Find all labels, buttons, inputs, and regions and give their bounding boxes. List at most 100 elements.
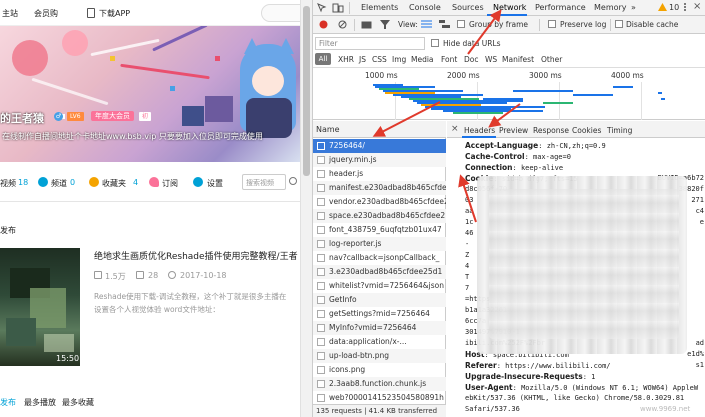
tab-memory[interactable]: Memory (594, 3, 627, 12)
request-row[interactable]: whitelist?vmid=7256464&json (313, 279, 446, 293)
filter-type-font[interactable]: Font (441, 55, 457, 64)
network-overview-timeline[interactable]: 1000 ms 2000 ms 3000 ms 4000 ms (313, 68, 705, 120)
confetti-decoration (215, 56, 220, 61)
timeline-gridline (641, 82, 642, 120)
sort-latest[interactable]: 最新发布 (0, 397, 16, 408)
header-value: Mozilla/5.0 (Windows NT 6.1; WOW64) Appl… (521, 384, 699, 392)
request-row[interactable]: getSettings?mid=7256464 (313, 307, 446, 321)
filter-type-media[interactable]: Media (411, 55, 434, 64)
tab-favorites[interactable]: 收藏夹 (102, 178, 126, 189)
request-row[interactable]: space.e230adbad8b465cfdee2 (313, 209, 446, 223)
tab-preview[interactable]: Preview (499, 126, 528, 135)
close-icon[interactable]: × (693, 1, 701, 12)
tab-elements[interactable]: Elements (361, 3, 398, 12)
cookie-fragment: e1d% (687, 350, 704, 358)
filter-type-ws[interactable]: WS (485, 55, 497, 64)
video-title-link[interactable]: 绝地求生画质优化Reshade插件使用完整教程/王者 (94, 249, 300, 262)
tab-videos[interactable]: 视频 (0, 178, 16, 189)
hide-data-urls-checkbox[interactable] (431, 39, 439, 47)
warning-icon[interactable] (658, 3, 667, 11)
tab-headers[interactable]: Headers (464, 126, 495, 135)
record-icon[interactable] (319, 20, 328, 29)
filter-type-manifest[interactable]: Manifest (502, 55, 534, 64)
tab-subscriptions[interactable]: 订阅 (162, 178, 178, 189)
waterfall-bar (543, 102, 573, 104)
tab-channels[interactable]: 频道 (51, 178, 67, 189)
request-row[interactable]: 3.e230adbad8b465cfdee25d1 (313, 265, 446, 279)
preserve-log-label: Preserve log (560, 20, 607, 29)
filter-type-all[interactable]: All (315, 53, 331, 65)
filter-type-css[interactable]: CSS (372, 55, 387, 64)
scrollbar-thumb[interactable] (303, 6, 310, 176)
close-detail-icon[interactable]: × (451, 124, 459, 134)
request-row[interactable]: MyInfo?vmid=7256464 (313, 321, 446, 335)
request-row[interactable]: data:application/x-... (313, 335, 446, 349)
filter-icon[interactable] (380, 20, 390, 29)
header-name: Accept-Language (465, 141, 539, 150)
file-icon (317, 240, 325, 248)
list-view-icon[interactable] (421, 20, 432, 29)
cookie-fragment: ad (695, 339, 704, 347)
tab-sources[interactable]: Sources (452, 3, 484, 12)
video-thumbnail[interactable]: 15:50 (0, 248, 80, 366)
network-status-bar: 135 requests | 41.4 KB transferred (313, 404, 446, 417)
tab-network[interactable]: Network (493, 3, 526, 12)
nav-home-link[interactable]: 主站 (2, 8, 18, 19)
nav-search-box[interactable] (261, 4, 300, 22)
request-name: header.js (329, 169, 364, 178)
request-row[interactable]: nav?callback=jsonpCallback_ (313, 251, 446, 265)
ribbon-decoration (152, 26, 208, 52)
sort-most-played[interactable]: 最多播放 (24, 397, 56, 408)
request-row[interactable]: header.js (313, 167, 446, 181)
header-value: 4 (465, 262, 470, 270)
request-row[interactable]: GetInfo (313, 293, 446, 307)
request-row[interactable]: vendor.e230adbad8b465cfdee2 (313, 195, 446, 209)
kebab-menu-icon[interactable] (683, 2, 687, 12)
request-row[interactable]: log-reporter.js (313, 237, 446, 251)
request-row[interactable]: icons.png (313, 363, 446, 377)
hide-data-urls-label: Hide data URLs (443, 39, 501, 48)
tab-settings[interactable]: 设置 (207, 178, 223, 189)
sort-most-favorited[interactable]: 最多收藏 (62, 397, 94, 408)
tab-timing[interactable]: Timing (607, 126, 632, 135)
group-by-frame-checkbox[interactable] (457, 20, 465, 28)
request-row[interactable]: font_438759_6uqfqtzb01ux47 (313, 223, 446, 237)
nav-download-app-link[interactable]: 下载APP (99, 8, 130, 19)
filter-input[interactable]: Filter (315, 37, 425, 50)
page-scrollbar[interactable] (300, 0, 312, 417)
filter-type-other[interactable]: Other (541, 55, 562, 64)
header-name: Upgrade-Insecure-Requests (465, 372, 583, 381)
disable-cache-checkbox[interactable] (615, 20, 623, 28)
waterfall-bar (483, 98, 523, 100)
clear-icon[interactable] (338, 20, 347, 29)
tab-performance[interactable]: Performance (535, 3, 586, 12)
nav-members-link[interactable]: 会员购 (34, 8, 58, 19)
screenshot-icon[interactable] (361, 20, 372, 29)
more-tabs-icon[interactable]: » (631, 3, 636, 12)
search-icon[interactable] (289, 177, 297, 185)
name-column-header[interactable]: Name (313, 121, 446, 138)
request-row[interactable]: manifest.e230adbad8b465cfde (313, 181, 446, 195)
request-row[interactable]: 2.3aab8.function.chunk.js (313, 377, 446, 391)
preserve-log-checkbox[interactable] (548, 20, 556, 28)
filter-type-doc[interactable]: Doc (464, 55, 479, 64)
request-row[interactable]: 7256464/ (313, 139, 446, 153)
tab-response[interactable]: Response (533, 126, 569, 135)
gear-icon (193, 177, 203, 187)
filter-type-xhr[interactable]: XHR (338, 55, 354, 64)
filter-type-js[interactable]: JS (359, 55, 366, 64)
inspect-element-icon[interactable] (317, 3, 327, 13)
request-row[interactable]: up-load-btn.png (313, 349, 446, 363)
phone-icon (87, 8, 95, 18)
request-row[interactable]: jquery.min.js (313, 153, 446, 167)
device-toolbar-icon[interactable] (332, 3, 344, 13)
waterfall-view-icon[interactable] (439, 20, 450, 29)
warning-count[interactable]: 10 (669, 3, 679, 12)
file-icon (317, 254, 325, 262)
header-value: aa (465, 207, 474, 215)
filter-type-img[interactable]: Img (392, 55, 406, 64)
tab-console[interactable]: Console (409, 3, 441, 12)
request-row[interactable]: web?0000141523504580891h (313, 391, 446, 405)
video-search-input[interactable]: 搜索视频 (242, 174, 286, 190)
tab-cookies[interactable]: Cookies (572, 126, 601, 135)
